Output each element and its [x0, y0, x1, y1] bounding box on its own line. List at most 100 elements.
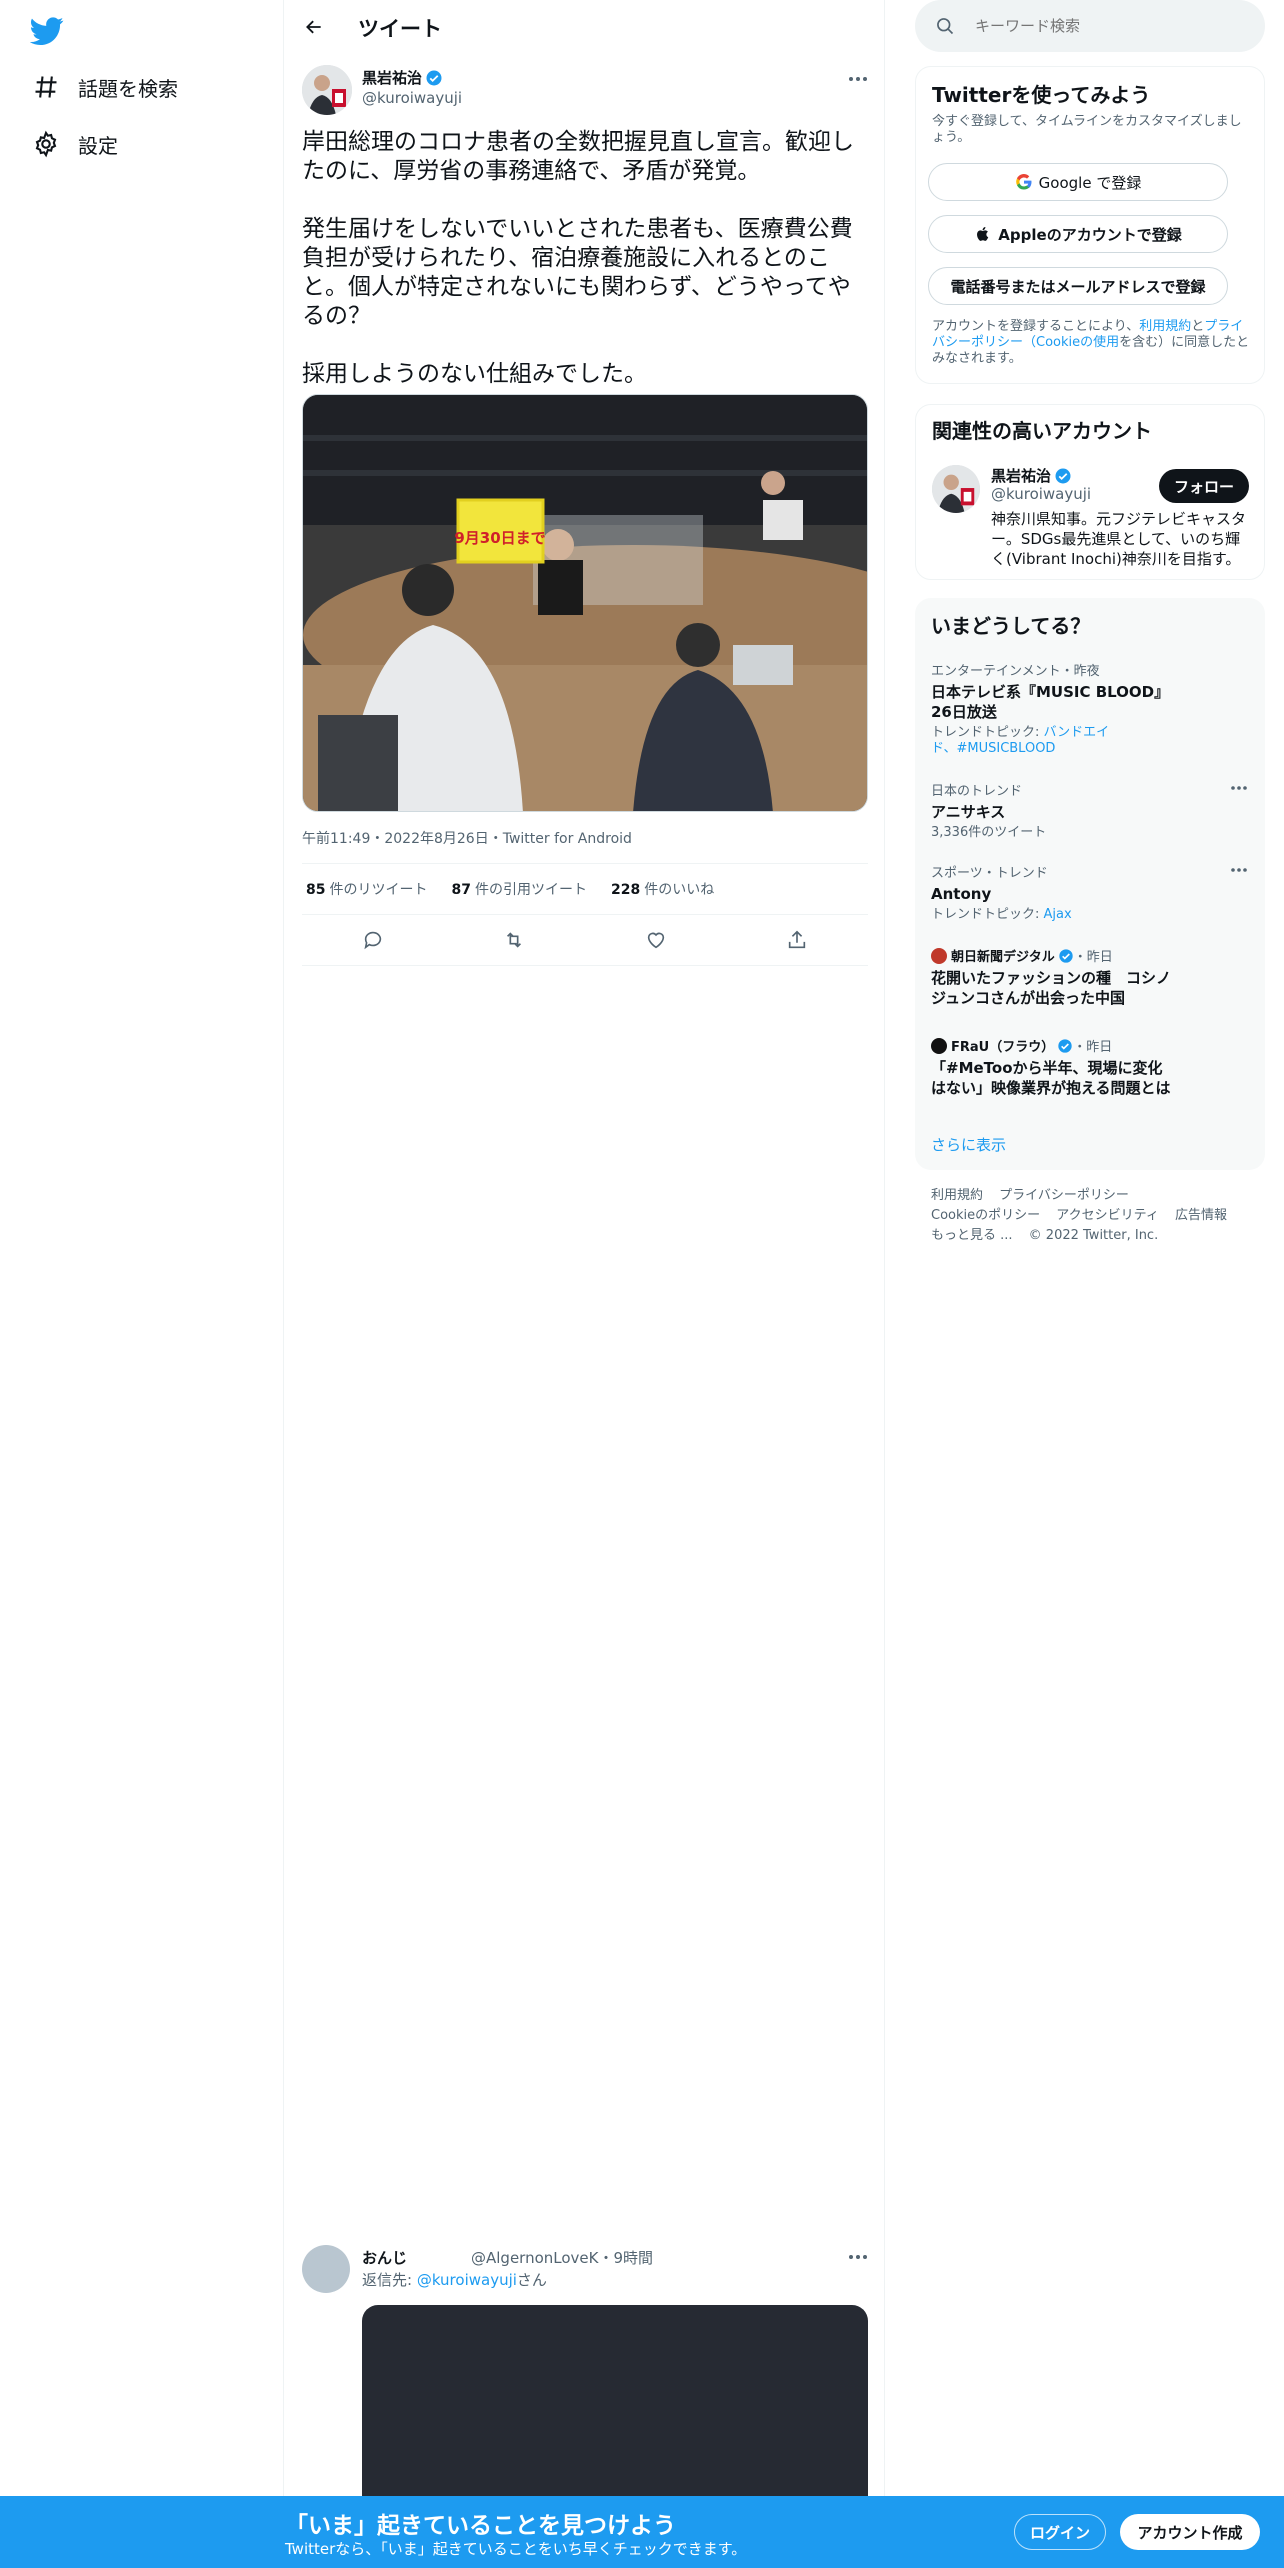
like-button[interactable] — [638, 922, 674, 958]
trend-tweet-count: 3,336件のツイート — [931, 825, 1047, 840]
footer-link[interactable]: Cookieのポリシー — [931, 1208, 1040, 1223]
footer-link[interactable]: プライバシーポリシー — [999, 1188, 1129, 1203]
reply-context: 返信先: @kuroiwayujiさん — [362, 2269, 547, 2290]
search-box[interactable] — [915, 0, 1265, 52]
news-time: ・昨日 — [1073, 1040, 1113, 1055]
footer-link[interactable]: アクセシビリティ — [1056, 1208, 1159, 1223]
terms-text: と — [1191, 319, 1205, 334]
stat-count: 85 — [306, 882, 326, 898]
retweets-count-link[interactable]: 85 件のリツイート — [306, 879, 427, 899]
news-item[interactable]: 朝日新聞デジタル ・昨日 花開いたファッションの種 コシノジュンコさんが出会った… — [931, 946, 1251, 1008]
news-source: FRaU（フラウ） — [951, 1040, 1055, 1055]
nav-item-settings[interactable]: 設定 — [32, 124, 118, 164]
login-button[interactable]: ログイン — [1014, 2514, 1106, 2550]
bottom-bar-subtitle: Twitterなら、「いま」起きていることをいち早くチェックできます。 — [285, 2540, 747, 2558]
main-column: ツイート 黒岩祐治 @kuroiwayuji 岸田総理のコロナ患者の全数把握見直… — [285, 0, 885, 2568]
stat-label: 件のいいね — [644, 882, 715, 898]
likes-count-link[interactable]: 228 件のいいね — [611, 879, 714, 899]
trend-category: スポーツ・トレンド — [931, 866, 1048, 881]
show-more-link[interactable]: さらに表示 — [931, 1134, 1006, 1155]
signup-subtitle: 今すぐ登録して、タイムラインをカスタマイズしましょう。 — [932, 114, 1242, 145]
trends-title: いまどうしてる？ — [931, 614, 1091, 638]
page-title: ツイート — [358, 17, 442, 41]
apple-signup-button[interactable]: Appleのアカウントで登録 — [928, 215, 1228, 253]
retweet-icon — [503, 929, 525, 951]
author-handle[interactable]: @kuroiwayuji — [362, 89, 462, 107]
news-headline: 「#MeTooから半年、現場に変化はない」映像業界が抱える問題とは — [931, 1059, 1171, 1097]
trend-item[interactable]: エンターテインメント・昨夜 日本テレビ系『MUSIC BLOOD』 26日放送 … — [931, 660, 1251, 757]
reply-author-handle[interactable]: @AlgernonLoveK・9時間 — [471, 2247, 653, 2268]
bottom-bar-title: 「いま」起きていることを見つけよう — [285, 2513, 676, 2539]
terms-link[interactable]: 利用規約 — [1139, 319, 1191, 334]
reply-author-name[interactable]: おんじ — [362, 2247, 407, 2268]
trend-more-button[interactable] — [1227, 780, 1251, 796]
trend-topic-link[interactable]: Ajax — [1044, 907, 1072, 922]
trend-item[interactable]: スポーツ・トレンド Antony トレンドトピック: Ajax — [931, 862, 1251, 923]
related-account-handle[interactable]: @kuroiwayuji — [991, 485, 1091, 503]
news-item[interactable]: FRaU（フラウ） ・昨日 「#MeTooから半年、現場に変化はない」映像業界が… — [931, 1036, 1251, 1098]
news-source-logo-icon — [931, 947, 947, 964]
tweet-photo[interactable]: 9月30日まで — [302, 394, 868, 812]
trend-sub-prefix: トレンドトピック: — [931, 725, 1044, 740]
google-signup-label: Google で登録 — [1038, 173, 1142, 192]
author-avatar[interactable] — [302, 65, 352, 115]
trend-name: Antony — [931, 885, 992, 903]
tweet-text: 岸田総理のコロナ患者の全数把握見直し宣言。歓迎したのに、厚労省の事務連絡で、矛盾… — [302, 129, 854, 387]
share-icon — [786, 929, 808, 951]
follow-button[interactable]: フォロー — [1159, 469, 1249, 503]
photo-sign-text: 9月30日まで — [454, 529, 545, 547]
avatar[interactable] — [932, 465, 980, 513]
more-options-button[interactable] — [845, 69, 871, 89]
back-button[interactable] — [299, 12, 329, 42]
signup-button[interactable]: アカウント作成 — [1120, 2514, 1260, 2550]
gear-icon — [32, 130, 60, 158]
footer-link[interactable]: 利用規約 — [931, 1188, 983, 1203]
copyright: © 2022 Twitter, Inc. — [1028, 1228, 1159, 1243]
reply-suffix: さん — [516, 2271, 547, 2289]
reply-to-link[interactable]: @kuroiwayuji — [417, 2271, 517, 2289]
reply-button[interactable] — [355, 922, 391, 958]
more-options-button[interactable] — [845, 2247, 871, 2267]
trend-name: アニサキス — [931, 803, 1006, 821]
verified-badge-icon — [1054, 467, 1072, 485]
main-header: ツイート — [285, 0, 885, 53]
news-source: 朝日新聞デジタル — [951, 950, 1055, 965]
signup-terms: アカウントを登録することにより、利用規約とプライバシーポリシー（Cookieの使… — [932, 319, 1254, 367]
trend-item[interactable]: 日本のトレンド アニサキス 3,336件のツイート — [931, 780, 1251, 841]
tweet-time: 午前11:49 — [302, 831, 371, 847]
stat-count: 228 — [610, 882, 641, 898]
tweet-timestamp[interactable]: 午前11:49・2022年8月26日・Twitter for Android — [302, 828, 632, 848]
twitter-logo-icon[interactable] — [30, 14, 64, 48]
hashtag-icon — [32, 73, 60, 101]
footer-link[interactable]: もっと見る ... — [931, 1228, 1013, 1243]
retweet-button[interactable] — [496, 922, 532, 958]
trend-category: エンターテインメント・昨夜 — [931, 664, 1100, 679]
stat-count: 87 — [451, 882, 471, 898]
nav-item-explore[interactable]: 話題を検索 — [32, 67, 178, 107]
trend-more-button[interactable] — [1227, 862, 1251, 878]
tweet-date: 2022年8月26日 — [384, 831, 489, 847]
related-account-name[interactable]: 黒岩祐治 — [991, 465, 1072, 486]
google-signup-button[interactable]: Google で登録 — [928, 163, 1228, 201]
search-input[interactable] — [975, 17, 1245, 35]
phone-email-signup-button[interactable]: 電話番号またはメールアドレスで登録 — [928, 267, 1228, 305]
bottom-signup-bar: 「いま」起きていることを見つけよう Twitterなら、「いま」起きていることを… — [0, 2496, 1284, 2568]
news-time: ・昨日 — [1073, 950, 1113, 965]
more-horizontal-icon — [845, 2247, 871, 2267]
footer-link[interactable]: 広告情報 — [1175, 1208, 1227, 1223]
footer-links: 利用規約 プライバシーポリシー Cookieのポリシー アクセシビリティ 広告情… — [931, 1186, 1251, 1246]
trend-name: 日本テレビ系『MUSIC BLOOD』 26日放送 — [931, 683, 1170, 721]
tweet-actions — [302, 915, 868, 966]
search-icon — [935, 16, 955, 36]
signup-title: Twitterを使ってみよう — [932, 83, 1151, 107]
quote-tweets-count-link[interactable]: 87 件の引用ツイート — [451, 879, 586, 899]
terms-text: アカウントを登録することにより、 — [932, 319, 1140, 334]
related-title: 関連性の高いアカウント — [932, 419, 1152, 443]
author-name[interactable]: 黒岩祐治 — [362, 67, 443, 88]
trend-category: 日本のトレンド — [931, 784, 1023, 799]
verified-badge-icon — [425, 69, 443, 87]
share-button[interactable] — [779, 922, 815, 958]
author-name-text: 黒岩祐治 — [362, 69, 423, 87]
avatar[interactable] — [302, 2245, 350, 2293]
trend-sub-prefix: トレンドトピック: — [931, 907, 1044, 922]
